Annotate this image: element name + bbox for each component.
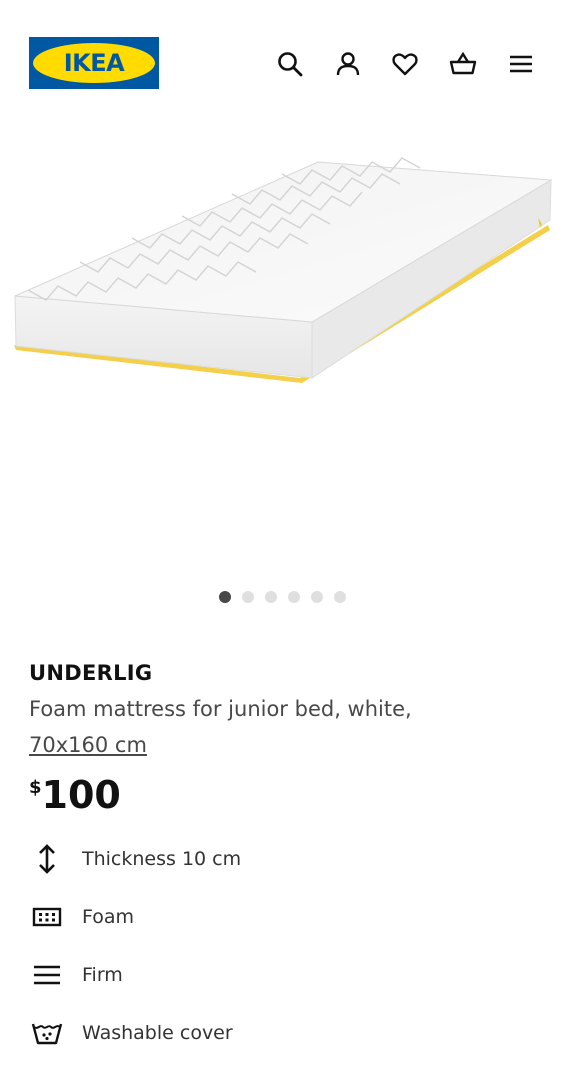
search-icon[interactable] bbox=[276, 50, 304, 78]
carousel-dot[interactable] bbox=[334, 591, 346, 603]
product-image[interactable] bbox=[0, 140, 565, 560]
carousel-dot[interactable] bbox=[288, 591, 300, 603]
site-header: IKEA bbox=[0, 0, 565, 120]
carousel-dot[interactable] bbox=[265, 591, 277, 603]
user-icon[interactable] bbox=[334, 50, 362, 78]
carousel-dots bbox=[0, 591, 565, 603]
logo-oval: IKEA bbox=[33, 43, 155, 83]
feature-list: Thickness 10 cm Foam Firm Washable cover bbox=[29, 830, 539, 1062]
price-amount: 100 bbox=[41, 773, 121, 817]
heart-icon[interactable] bbox=[391, 50, 419, 78]
arrow-vertical-icon bbox=[29, 841, 65, 877]
carousel-dot[interactable] bbox=[311, 591, 323, 603]
foam-material-icon bbox=[29, 899, 65, 935]
feature-foam: Foam bbox=[29, 888, 539, 946]
feature-firmness: Firm bbox=[29, 946, 539, 1004]
product-info: UNDERLIG Foam mattress for junior bed, w… bbox=[29, 658, 539, 819]
feature-label: Foam bbox=[82, 906, 135, 928]
feature-label: Washable cover bbox=[82, 1022, 233, 1044]
feature-label: Thickness 10 cm bbox=[82, 848, 242, 870]
price-currency: $ bbox=[29, 777, 42, 798]
menu-icon[interactable] bbox=[507, 50, 535, 78]
product-size-link[interactable]: 70x160 cm bbox=[29, 727, 539, 763]
ikea-logo[interactable]: IKEA bbox=[29, 37, 159, 89]
basket-icon[interactable] bbox=[449, 50, 477, 78]
feature-thickness: Thickness 10 cm bbox=[29, 830, 539, 888]
carousel-dot[interactable] bbox=[219, 591, 231, 603]
washable-icon bbox=[29, 1015, 65, 1051]
product-name: UNDERLIG bbox=[29, 661, 153, 685]
price: $ 100 bbox=[29, 773, 539, 819]
feature-washable: Washable cover bbox=[29, 1004, 539, 1062]
firmness-icon bbox=[29, 957, 65, 993]
product-description: Foam mattress for junior bed, white, bbox=[29, 697, 412, 721]
feature-label: Firm bbox=[82, 964, 123, 986]
logo-text: IKEA bbox=[63, 49, 125, 77]
carousel-dot[interactable] bbox=[242, 591, 254, 603]
